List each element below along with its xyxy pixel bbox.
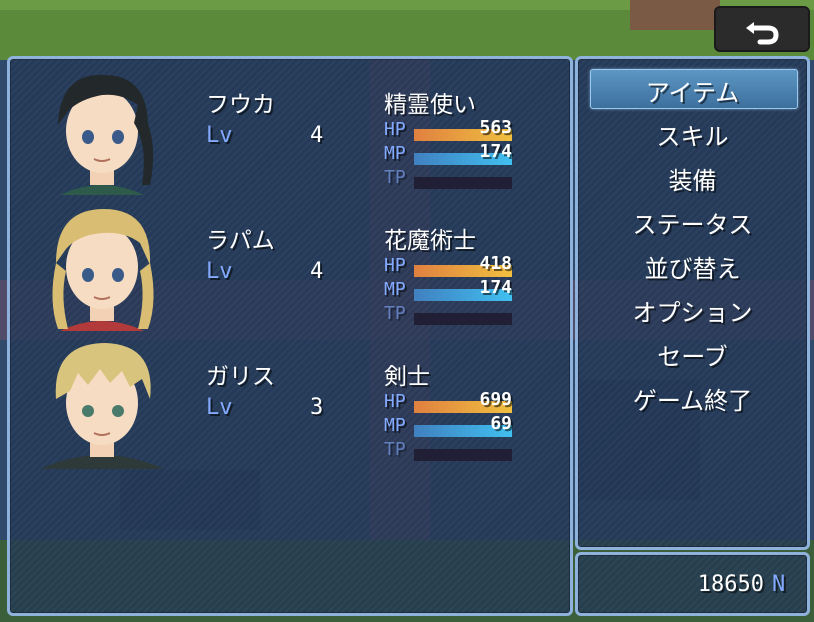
mp-value: 69 [490, 413, 512, 434]
actor-level: 4 [310, 259, 324, 284]
actor-row[interactable]: ガリス 剣士 Lv 3 HP 699 MP 69 TP [10, 331, 570, 469]
mp-value: 174 [479, 141, 512, 162]
menu-item-save[interactable]: セーブ [578, 337, 807, 372]
actor-row[interactable]: フウカ 精霊使い Lv 4 HP 563 MP 174 TP [10, 59, 570, 195]
menu-item-options[interactable]: オプション [578, 293, 807, 328]
back-arrow-icon [746, 22, 779, 45]
actor-class: 精霊使い [384, 92, 476, 118]
mp-label: MP [384, 415, 406, 436]
level-label: Lv [206, 123, 233, 148]
actor-class: 剣士 [384, 364, 430, 390]
mp-value: 174 [479, 277, 512, 298]
hp-label: HP [384, 391, 406, 412]
mp-label: MP [384, 279, 406, 300]
tp-gauge [414, 313, 512, 325]
tp-gauge [414, 449, 512, 461]
mp-label: MP [384, 143, 406, 164]
menu-item-status[interactable]: ステータス [578, 205, 807, 240]
gold-window: 18650 N [575, 552, 810, 616]
actor-level: 4 [310, 123, 324, 148]
hp-label: HP [384, 119, 406, 140]
level-label: Lv [206, 259, 233, 284]
actor-face [30, 337, 174, 469]
menu-item-formation[interactable]: 並び替え [578, 249, 807, 284]
back-button[interactable] [714, 6, 810, 52]
tp-gauge [414, 177, 512, 189]
actor-name: フウカ [206, 92, 275, 118]
command-menu: アイテム スキル 装備 ステータス 並び替え オプション セーブ ゲーム終了 [575, 56, 810, 550]
actor-face [30, 65, 174, 197]
gold-value: 18650 [697, 572, 764, 597]
actor-name: ガリス [206, 364, 275, 390]
actor-level: 3 [310, 395, 324, 420]
actor-class: 花魔術士 [384, 228, 476, 254]
menu-item-equip[interactable]: 装備 [578, 161, 807, 196]
actor-face [30, 201, 174, 333]
menu-item-item[interactable]: アイテム [578, 73, 807, 108]
actor-row[interactable]: ラパム 花魔術士 Lv 4 HP 418 MP 174 TP [10, 195, 570, 331]
tp-label: TP [384, 439, 406, 460]
hp-value: 418 [479, 253, 512, 274]
hp-value: 699 [479, 389, 512, 410]
actor-name: ラパム [206, 228, 275, 254]
hp-label: HP [384, 255, 406, 276]
level-label: Lv [206, 395, 233, 420]
gold-unit: N [772, 572, 786, 597]
menu-item-skill[interactable]: スキル [578, 117, 807, 152]
status-window: フウカ 精霊使い Lv 4 HP 563 MP 174 TP ラパム 花魔術士 … [7, 56, 573, 616]
tp-label: TP [384, 303, 406, 324]
hp-value: 563 [479, 117, 512, 138]
tp-label: TP [384, 167, 406, 188]
menu-item-game-end[interactable]: ゲーム終了 [578, 381, 807, 416]
